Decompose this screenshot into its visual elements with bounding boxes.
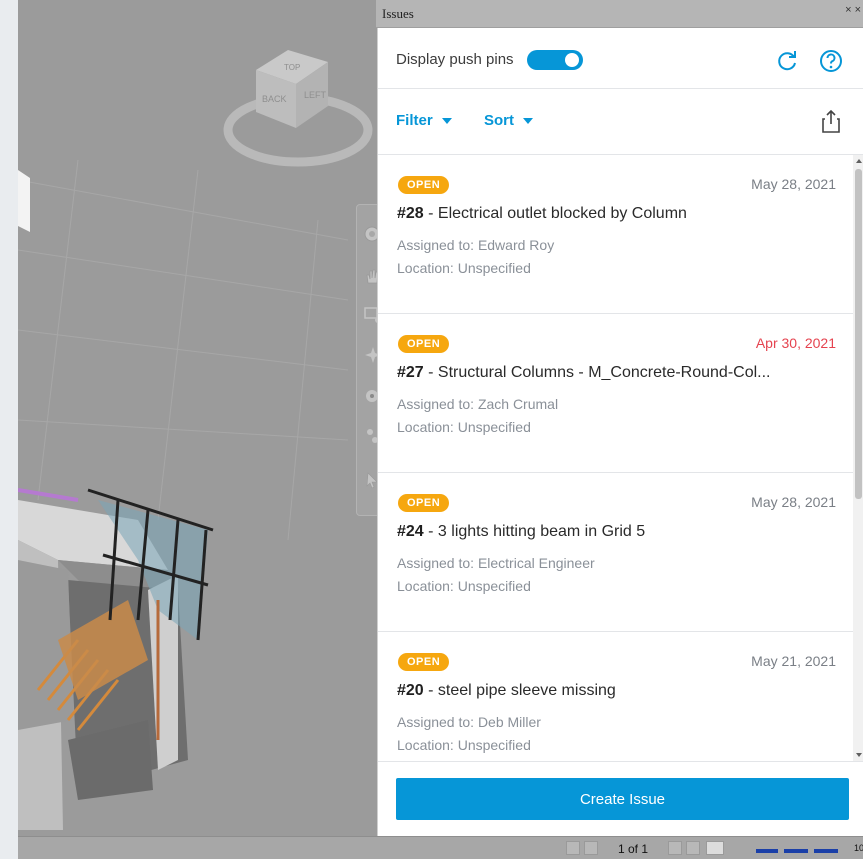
filter-label: Filter [396,112,433,129]
issue-date: Apr 30, 2021 [755,335,836,351]
issue-number: #28 [397,205,424,222]
look-around-icon[interactable] [363,387,378,407]
scroll-down-icon[interactable] [856,753,862,757]
issue-number: #20 [397,682,424,699]
issues-scrollbar[interactable] [853,155,863,761]
issue-number: #27 [397,364,424,381]
issue-title-text: - Electrical outlet blocked by Column [423,205,687,222]
detail-level-icon[interactable] [814,849,838,853]
display-push-pins-row: Display push pins [378,28,863,89]
chevron-down-icon [441,117,452,124]
panel-title: Issues [382,6,414,21]
steering-wheel-icon[interactable] [363,225,378,245]
walk-icon[interactable] [363,427,378,447]
issue-assignee: Assigned to: Zach Crumal [397,396,559,412]
issue-title: #20 - steel pipe sleeve missing [397,682,842,700]
issues-list[interactable]: OPEN May 28, 2021 #28 - Electrical outle… [378,155,853,761]
viewcube-top-label: TOP [284,63,300,72]
panel-footer: Create Issue [378,761,863,836]
scroll-thumb[interactable] [855,169,862,499]
zoom-window-icon[interactable] [363,305,378,325]
last-page-icon[interactable] [686,841,700,855]
help-icon[interactable] [818,48,844,74]
sort-dropdown[interactable]: Sort [484,112,533,129]
issue-title: #27 - Structural Columns - M_Concrete-Ro… [397,364,842,382]
issue-card[interactable]: OPEN May 28, 2021 #28 - Electrical outle… [378,155,853,314]
status-bar: 1 of 1 1020 [18,836,863,859]
orbit-icon[interactable] [363,345,378,365]
push-pins-toggle[interactable] [527,50,583,70]
building-model [18,488,214,830]
issue-location: Location: Unspecified [397,260,531,276]
filter-sort-row: Filter Sort [378,89,863,155]
model-viewport[interactable]: TOP BACK LEFT [18,0,378,836]
pan-hand-icon[interactable] [363,267,378,287]
scroll-up-icon[interactable] [856,159,862,163]
status-badge: OPEN [398,335,450,353]
page-indicator: 1 of 1 [618,842,649,856]
create-issue-button[interactable]: Create Issue [396,778,849,820]
issue-card[interactable]: OPEN Apr 30, 2021 #27 - Structural Colum… [378,314,853,473]
model-wall-fragment [18,170,30,232]
zoom-readout: 1020 [854,843,863,853]
issue-date: May 21, 2021 [751,653,836,669]
issue-title: #24 - 3 lights hitting beam in Grid 5 [397,523,842,541]
scale-icon[interactable] [784,849,808,853]
issue-title: #28 - Electrical outlet blocked by Colum… [397,205,842,223]
issue-date: May 28, 2021 [751,494,836,510]
issue-card[interactable]: OPEN May 21, 2021 #20 - steel pipe sleev… [378,632,853,761]
left-edge [0,0,18,859]
issue-assignee: Assigned to: Edward Roy [397,237,555,253]
issue-location: Location: Unspecified [397,419,531,435]
chevron-down-icon [523,117,533,124]
next-page-icon[interactable] [668,841,682,855]
issue-title-text: - 3 lights hitting beam in Grid 5 [423,523,646,540]
prev-page-icon[interactable] [584,841,598,855]
panel-title-bar[interactable]: Issues × × [376,0,863,28]
issues-panel: Display push pins Filter Sort OPEN May 2… [377,28,863,836]
issue-card[interactable]: OPEN May 28, 2021 #24 - 3 lights hitting… [378,473,853,632]
refresh-icon[interactable] [774,48,800,74]
share-export-icon[interactable] [820,109,842,135]
close-icon[interactable]: × × [845,4,861,16]
issue-location: Location: Unspecified [397,578,531,594]
display-push-pins-label: Display push pins [396,51,514,68]
issue-date: May 28, 2021 [751,176,836,192]
first-page-icon[interactable] [566,841,580,855]
issue-number: #24 [397,523,424,540]
issue-assignee: Assigned to: Electrical Engineer [397,555,595,571]
status-badge: OPEN [398,494,450,512]
sort-label: Sort [484,112,514,129]
viewcube[interactable]: TOP BACK LEFT [223,50,373,167]
model-scene: TOP BACK LEFT [18,50,373,830]
layout-icon[interactable] [756,849,778,853]
status-badge: OPEN [398,653,450,671]
navigation-bar [356,204,378,516]
status-badge: OPEN [398,176,450,194]
issue-assignee: Assigned to: Deb Miller [397,714,541,730]
viewcube-left-label: LEFT [304,90,327,100]
issue-title-text: - Structural Columns - M_Concrete-Round-… [423,364,771,381]
sheet-list-icon[interactable] [706,841,724,855]
select-pointer-icon[interactable] [363,471,378,491]
filter-dropdown[interactable]: Filter [396,112,452,129]
toggle-knob [565,53,579,67]
viewcube-back-label: BACK [262,94,287,104]
issue-location: Location: Unspecified [397,737,531,753]
issue-title-text: - steel pipe sleeve missing [423,682,616,699]
